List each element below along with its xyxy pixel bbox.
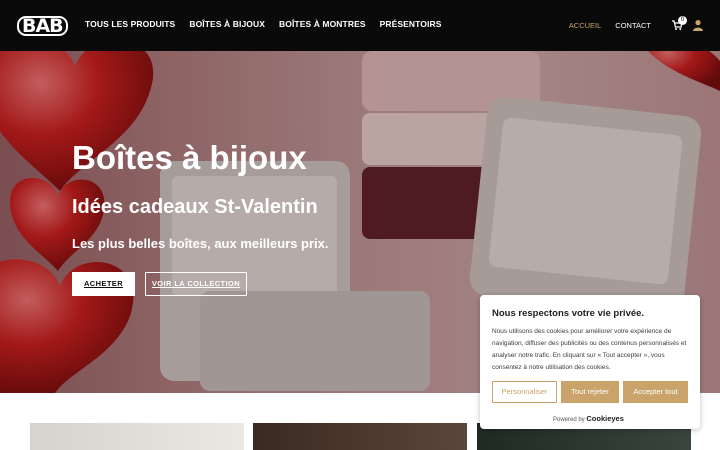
site-header: BAB TOUS LES PRODUITS BOÎTES À BIJOUX BO…	[0, 0, 720, 51]
nav-home[interactable]: ACCUEIL	[569, 21, 602, 30]
user-icon[interactable]	[692, 19, 704, 31]
hero-tagline: Les plus belles boîtes, aux meilleurs pr…	[72, 236, 329, 251]
customize-button[interactable]: Personnaliser	[492, 381, 557, 403]
cookie-consent-banner: Nous respectons votre vie privée. Nous u…	[480, 295, 700, 429]
nav-displays[interactable]: PRÉSENTOIRS	[380, 19, 442, 29]
cookie-description: Nous utilisons des cookies pour améliore…	[492, 328, 687, 371]
nav-jewelry-boxes[interactable]: BOÎTES À BIJOUX	[189, 19, 265, 29]
accept-all-button[interactable]: Accepter tout	[623, 381, 688, 403]
product-card-image[interactable]	[30, 423, 244, 450]
buy-button[interactable]: ACHETER	[72, 272, 135, 296]
powered-by-label: Powered by	[553, 417, 585, 423]
nav-watch-boxes[interactable]: BOÎTES À MONTRES	[279, 19, 366, 29]
nav-all-products[interactable]: TOUS LES PRODUITS	[85, 19, 175, 29]
nav-contact[interactable]: CONTACT	[615, 21, 651, 30]
cookie-title: Nous respectons votre vie privée.	[492, 308, 645, 319]
brand-logo[interactable]: BAB	[17, 15, 68, 37]
secondary-nav: ACCUEIL CONTACT	[569, 21, 651, 30]
reject-all-button[interactable]: Tout rejeter	[561, 381, 619, 403]
main-nav: TOUS LES PRODUITS BOÎTES À BIJOUX BOÎTES…	[85, 19, 441, 29]
product-card-image[interactable]	[253, 423, 467, 450]
view-collection-button[interactable]: VOIR LA COLLECTION	[145, 272, 247, 296]
hero-title: Boîtes à bijoux	[72, 139, 307, 176]
cookie-powered-by: Powered by Cookieyes	[553, 414, 624, 423]
cart-count-badge: 0	[678, 16, 687, 25]
cookieyes-logo[interactable]: Cookieyes	[586, 414, 624, 423]
hero-subtitle: Idées cadeaux St-Valentin	[72, 196, 318, 218]
